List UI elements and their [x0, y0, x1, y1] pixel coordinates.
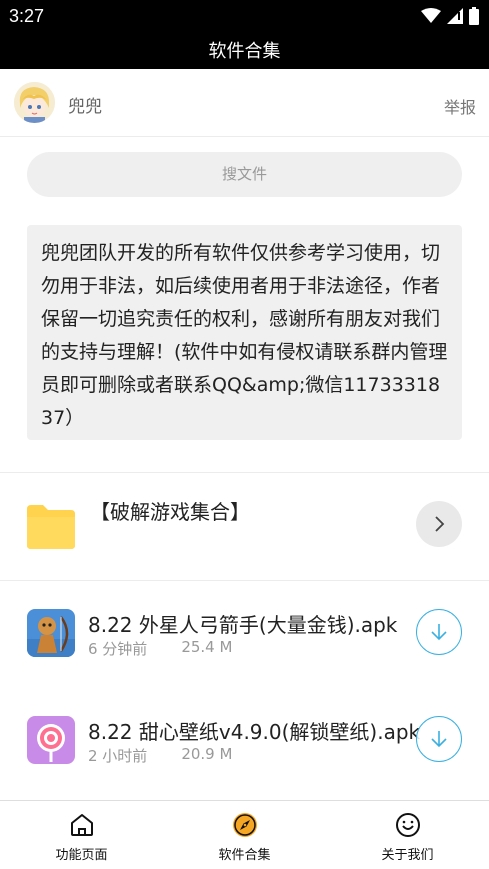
- smile-icon: [395, 813, 420, 837]
- compass-icon: [232, 813, 257, 837]
- app-icon-archer: [27, 609, 75, 657]
- app-icon-wallpaper: [27, 716, 75, 764]
- list-item[interactable]: 8.22 甜心壁纸v4.9.0(解锁壁纸).apk 2 小时前 20.9 M: [0, 689, 489, 796]
- page-title: 软件合集: [208, 41, 281, 62]
- download-button[interactable]: [416, 609, 462, 655]
- tab-label: 关于我们: [381, 848, 434, 863]
- file-size: 25.4 M: [181, 638, 233, 656]
- notice-text: 兜兜团队开发的所有软件仅供参考学习使用，切勿用于非法，如后续使用者用于非法途径，…: [41, 242, 448, 429]
- tab-features[interactable]: 功能页面: [0, 801, 163, 869]
- avatar[interactable]: [14, 82, 55, 123]
- folder-row[interactable]: 【破解游戏集合】: [0, 473, 489, 581]
- download-button[interactable]: [416, 716, 462, 762]
- author-row: 兜兜 举报: [0, 69, 489, 137]
- file-meta: 2 小时前 20.9 M: [88, 745, 232, 766]
- search-input[interactable]: 搜文件: [27, 152, 462, 197]
- folder-title: 【破解游戏集合】: [90, 500, 250, 524]
- file-name: 8.22 甜心壁纸v4.9.0(解锁壁纸).apk: [88, 720, 421, 744]
- search-placeholder: 搜文件: [221, 165, 267, 183]
- list-item[interactable]: 8.22 外星人弓箭手(大量金钱).apk 6 分钟前 25.4 M: [0, 582, 489, 689]
- tab-label: 软件合集: [218, 848, 271, 863]
- signal-icon: [447, 8, 463, 24]
- wifi-icon: [421, 8, 441, 23]
- folder-icon: [27, 505, 75, 549]
- author-name[interactable]: 兜兜: [68, 92, 102, 117]
- home-icon: [70, 814, 93, 836]
- bottom-tab-bar: 功能页面 软件合集 关于我们: [0, 800, 489, 869]
- app-bar: 软件合集: [0, 34, 489, 69]
- tab-software[interactable]: 软件合集: [163, 801, 326, 869]
- file-time: 6 分钟前: [88, 640, 148, 658]
- file-size: 20.9 M: [181, 745, 233, 763]
- status-time: 3:27: [9, 6, 45, 26]
- status-bar: 3:27: [0, 0, 489, 34]
- download-icon: [431, 624, 447, 641]
- file-meta: 6 分钟前 25.4 M: [88, 638, 232, 659]
- tab-about[interactable]: 关于我们: [326, 801, 489, 869]
- open-folder-button[interactable]: [416, 501, 462, 547]
- file-name: 8.22 外星人弓箭手(大量金钱).apk: [88, 613, 398, 637]
- download-icon: [431, 731, 447, 748]
- report-link[interactable]: 举报: [444, 94, 476, 118]
- notice-box: 兜兜团队开发的所有软件仅供参考学习使用，切勿用于非法，如后续使用者用于非法途径，…: [27, 225, 462, 440]
- chevron-right-icon: [435, 516, 445, 532]
- file-time: 2 小时前: [88, 747, 148, 765]
- status-icons: [421, 7, 479, 25]
- tab-label: 功能页面: [55, 848, 108, 863]
- battery-icon: [469, 7, 479, 25]
